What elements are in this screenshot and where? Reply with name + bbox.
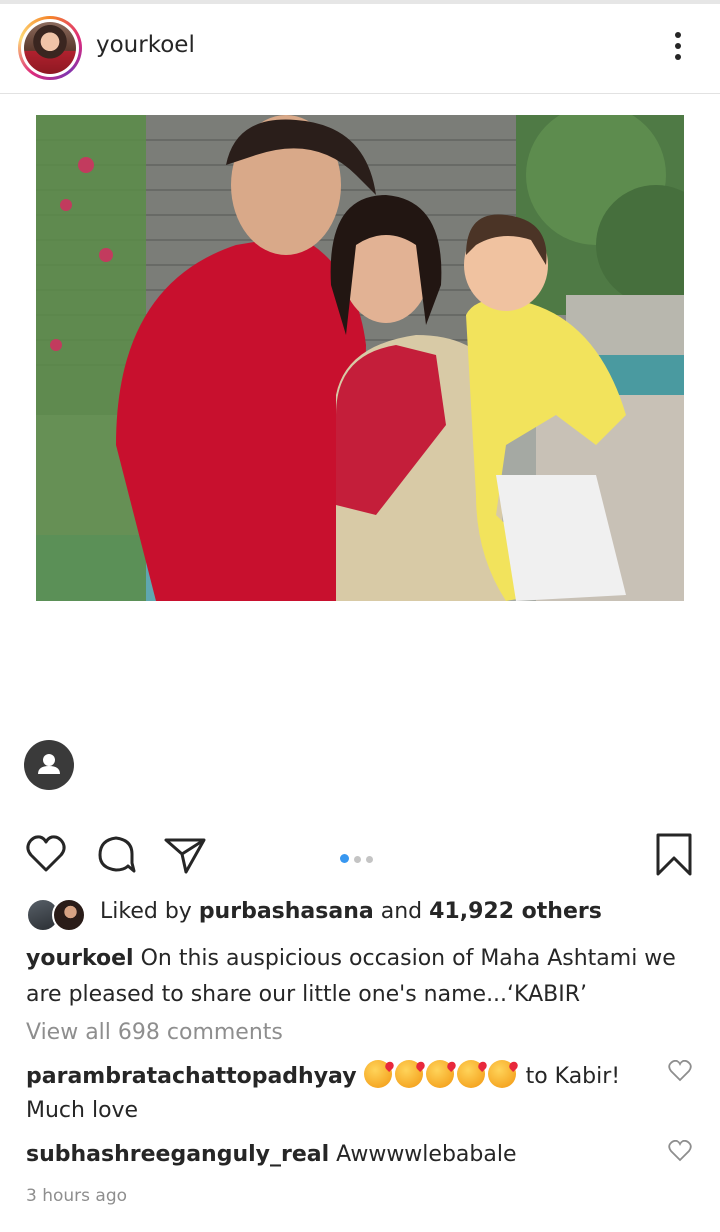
carousel-indicator (340, 848, 378, 867)
carousel-dot-active (340, 854, 349, 863)
more-vertical-icon[interactable] (668, 32, 688, 66)
avatar[interactable] (18, 16, 82, 80)
comment-username[interactable]: parambratachattopadhyay (26, 1064, 357, 1089)
post-username[interactable]: yourkoel (96, 32, 195, 58)
comment-like-heart-icon[interactable] (668, 1139, 692, 1162)
post-timestamp: 3 hours ago (26, 1186, 128, 1206)
post-photo[interactable] (36, 115, 684, 601)
emoji-group (363, 1060, 519, 1089)
avatar-photo (24, 22, 76, 74)
user-tag-icon[interactable] (24, 740, 74, 790)
bookmark-icon[interactable] (654, 832, 694, 882)
liker-avatar (52, 898, 86, 932)
caption-username[interactable]: yourkoel (26, 946, 134, 971)
comment-username[interactable]: subhashreeganguly_real (26, 1142, 329, 1167)
share-icon[interactable] (162, 832, 208, 880)
post-caption: yourkoel On this auspicious occasion of … (26, 941, 706, 1013)
post-header: yourkoel (0, 4, 720, 94)
carousel-dot (354, 856, 361, 863)
liker-username[interactable]: purbashasana (199, 899, 374, 924)
comment-text: Awwwwlebabale (336, 1142, 517, 1167)
comment-like-heart-icon[interactable] (668, 1059, 692, 1082)
likes-text[interactable]: Liked by purbashasana and 41,922 others (100, 899, 602, 924)
comment-icon[interactable] (94, 832, 138, 880)
view-all-comments-link[interactable]: View all 698 comments (26, 1020, 283, 1045)
carousel-dot (366, 856, 373, 863)
comment-item: subhashreeganguly_real Awwwwlebabale (26, 1138, 656, 1172)
heart-icon[interactable] (24, 832, 68, 880)
comment-item: parambratachattopadhyay to Kabir! Much l… (26, 1060, 656, 1128)
likes-count[interactable]: 41,922 others (429, 899, 602, 924)
action-bar (0, 828, 720, 884)
